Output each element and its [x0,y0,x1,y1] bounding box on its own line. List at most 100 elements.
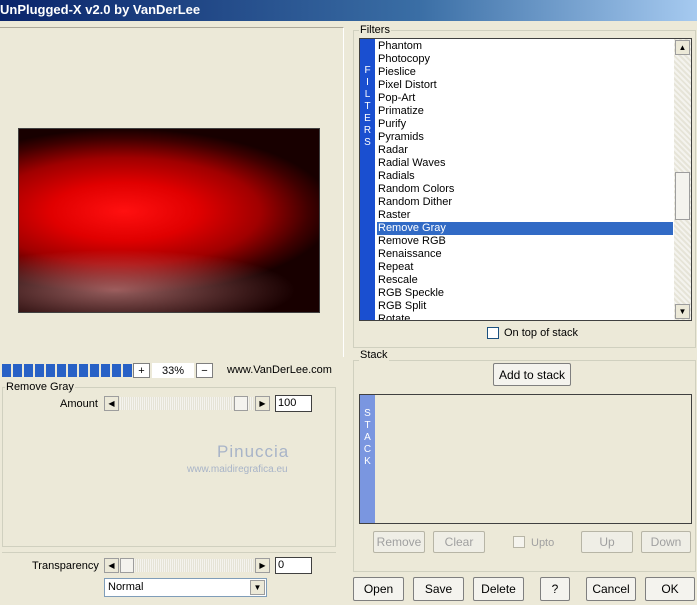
chevron-down-icon[interactable]: ▼ [250,580,265,595]
blend-mode-value: Normal [108,581,144,593]
progress-segment [35,364,44,377]
filter-list-item[interactable]: Pyramids [377,131,673,144]
preview-image[interactable] [18,128,320,313]
slider-right-icon[interactable]: ▶ [255,558,270,573]
website-link[interactable]: www.VanDerLee.com [227,364,332,376]
scroll-up-icon[interactable]: ▲ [675,40,690,55]
filters-tab-letter: I [366,77,369,88]
stack-title: Stack [359,349,389,361]
progress-bar [2,364,143,377]
filter-params-title: Remove Gray [5,381,75,393]
progress-segment [13,364,22,377]
filter-list-item[interactable]: Radar [377,144,673,157]
blend-mode-select[interactable]: Normal ▼ [104,578,267,597]
stack-list[interactable]: STACK [359,394,692,524]
save-button[interactable]: Save [413,577,464,601]
amount-slider[interactable]: ◀ ▶ [104,396,270,411]
filters-tab-letter: S [364,137,371,148]
transparency-slider[interactable]: ◀ ▶ [104,558,270,573]
slider-left-icon[interactable]: ◀ [104,558,119,573]
stack-tab-letter: A [364,432,371,443]
on-top-label: On top of stack [504,327,578,339]
filter-list-item[interactable]: Raster [377,209,673,222]
upto-checkbox[interactable] [513,536,525,548]
filters-tab-letter: L [364,89,371,100]
filter-list-item[interactable]: Radials [377,170,673,183]
filter-list[interactable]: FILTERS Phantom Photocopy Pieslice Pixel Di… [359,38,692,321]
remove-button[interactable]: Remove [373,531,425,553]
watermark-title: Pinuccia [217,442,290,461]
filters-tab: FILTERS [360,39,375,320]
zoom-out-button[interactable]: − [196,363,213,378]
progress-segment [79,364,88,377]
progress-segment [112,364,121,377]
progress-segment [101,364,110,377]
progress-segment [68,364,77,377]
filter-items[interactable]: Phantom Photocopy Pieslice Pixel Distort Pop… [377,40,673,320]
scroll-down-icon[interactable]: ▼ [675,304,690,319]
filter-list-item[interactable]: Random Colors [377,183,673,196]
filter-list-item[interactable]: Renaissance [377,248,673,261]
filter-list-item[interactable]: Purify [377,118,673,131]
filter-list-item[interactable]: Remove RGB [377,235,673,248]
transparency-input[interactable]: 0 [275,557,312,574]
upto-label: Upto [531,537,555,549]
filters-tab-letter: T [364,101,371,112]
progress-segment [90,364,99,377]
stack-tab-letter: K [364,456,371,467]
ok-button[interactable]: OK [645,577,695,601]
cancel-button[interactable]: Cancel [586,577,636,601]
transparency-divider [2,552,336,553]
filter-list-item[interactable]: RGB Speckle [377,287,673,300]
stack-tab: STACK [360,395,375,523]
zoom-level: 33% [152,363,194,378]
filter-list-item[interactable]: Repeat [377,261,673,274]
delete-button[interactable]: Delete [473,577,524,601]
amount-input[interactable]: 100 [275,395,312,412]
watermark-url: www.maidiregrafica.eu [187,464,288,475]
filters-title: Filters [359,24,391,36]
amount-label: Amount [60,398,98,410]
transparency-label: Transparency [32,560,99,572]
title-bar[interactable]: UnPlugged-X v2.0 by VanDerLee [0,0,697,21]
slider-thumb[interactable] [120,558,134,573]
slider-thumb[interactable] [234,396,248,411]
up-button[interactable]: Up [581,531,633,553]
filter-list-item[interactable]: Pixel Distort [377,79,673,92]
filter-list-item[interactable]: Pop-Art [377,92,673,105]
down-button[interactable]: Down [641,531,691,553]
filter-list-item[interactable]: Photocopy [377,53,673,66]
progress-segment [24,364,33,377]
filter-list-item[interactable]: RGB Split [377,300,673,313]
slider-left-icon[interactable]: ◀ [104,396,119,411]
filter-list-item[interactable]: Phantom [377,40,673,53]
filter-list-item[interactable]: Pieslice [377,66,673,79]
help-button[interactable]: ? [540,577,570,601]
slider-track[interactable] [120,559,254,572]
progress-segment [46,364,55,377]
window-title: UnPlugged-X v2.0 by VanDerLee [0,2,201,17]
filter-list-item[interactable]: Radial Waves [377,157,673,170]
filters-tab-letter: R [363,125,372,136]
slider-right-icon[interactable]: ▶ [255,396,270,411]
filter-list-item[interactable]: Rescale [377,274,673,287]
filter-scrollbar[interactable]: ▲ ▼ [674,39,691,320]
scroll-thumb[interactable] [675,172,690,220]
filters-tab-letter: F [364,65,371,76]
filter-list-item[interactable]: Rotate [377,313,673,320]
stack-tab-letter: C [363,444,372,455]
filter-list-item[interactable]: Primatize [377,105,673,118]
filter-list-item[interactable]: Remove Gray [377,222,673,235]
filter-list-item[interactable]: Random Dither [377,196,673,209]
progress-segment [2,364,11,377]
open-button[interactable]: Open [353,577,404,601]
zoom-in-button[interactable]: + [133,363,150,378]
preview-panel [0,27,344,357]
add-to-stack-button[interactable]: Add to stack [493,363,571,386]
stack-tab-letter: S [364,408,371,419]
on-top-checkbox[interactable] [487,327,499,339]
progress-segment [123,364,132,377]
clear-button[interactable]: Clear [433,531,485,553]
filters-tab-letter: E [364,113,371,124]
progress-segment [57,364,66,377]
